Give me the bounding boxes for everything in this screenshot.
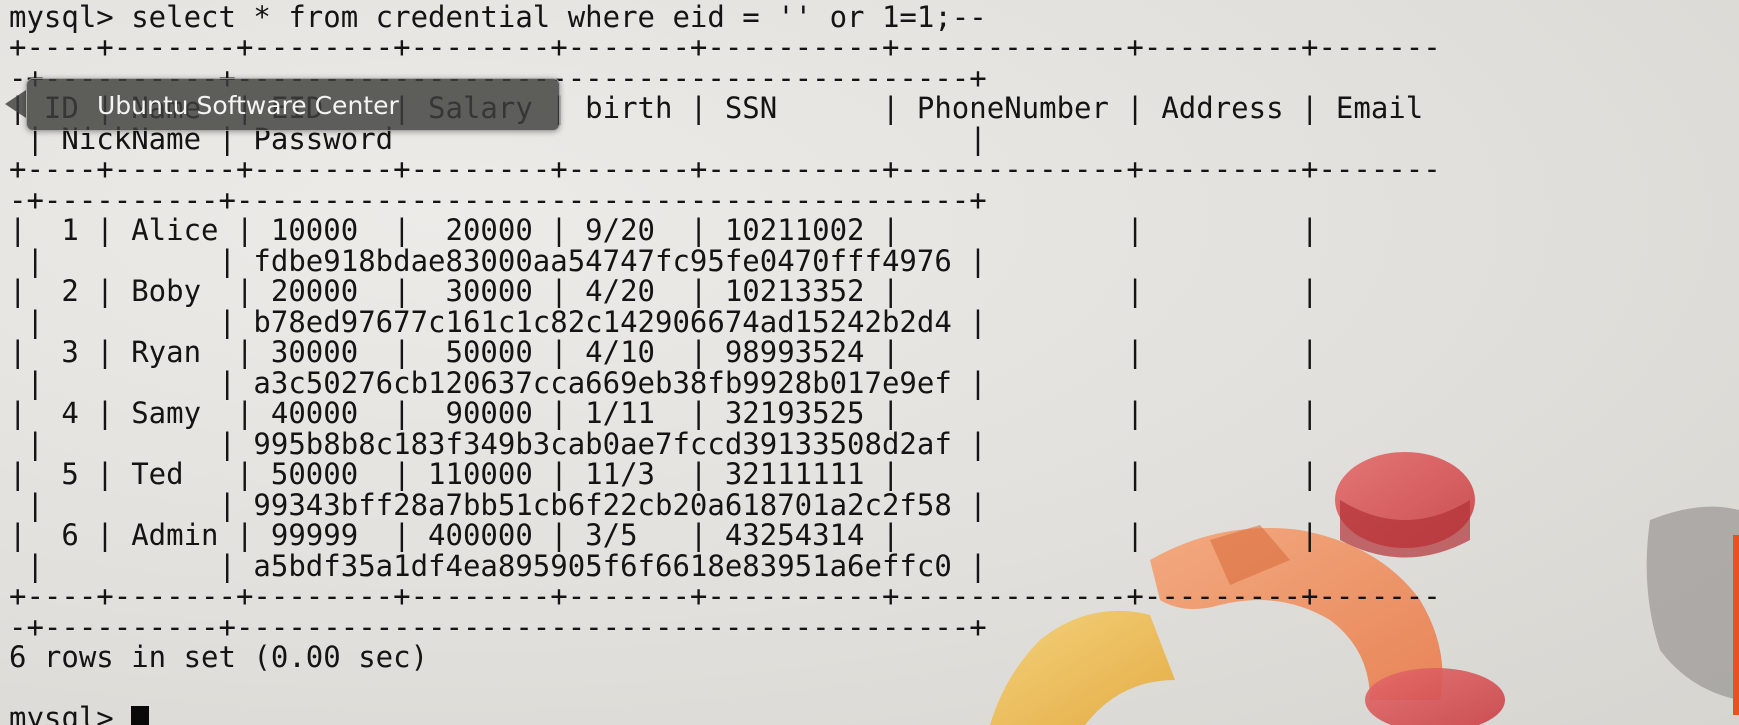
table-row: | 6 | Admin | 99999 | 400000 | 3/5 | 432… bbox=[9, 518, 1319, 552]
table-row: | | a3c50276cb120637cca669eb38fb9928b017… bbox=[9, 366, 987, 400]
table-row: | | fdbe918bdae83000aa54747fc95fe0470fff… bbox=[9, 244, 987, 278]
table-row: | | a5bdf35a1df4ea895905f6f6618e83951a6e… bbox=[9, 549, 987, 583]
table-row: | 5 | Ted | 50000 | 110000 | 11/3 | 3211… bbox=[9, 457, 1319, 491]
table-border: -+----------+---------------------------… bbox=[9, 183, 987, 217]
sql-command-line: mysql> select * from credential where ei… bbox=[9, 0, 987, 34]
launcher-tooltip: Ubuntu Software Center bbox=[26, 78, 560, 131]
launcher-edge-indicator bbox=[1733, 535, 1739, 715]
table-row: | 1 | Alice | 10000 | 20000 | 9/20 | 102… bbox=[9, 213, 1319, 247]
table-row: | | b78ed97677c161c1c82c142906674ad15242… bbox=[9, 305, 987, 339]
tooltip-arrow-icon bbox=[5, 90, 26, 118]
table-row: | 4 | Samy | 40000 | 90000 | 1/11 | 3219… bbox=[9, 396, 1319, 430]
table-border: -+----------+---------------------------… bbox=[9, 610, 987, 644]
table-row: | | 995b8b8c183f349b3cab0ae7fccd39133508… bbox=[9, 427, 987, 461]
query-result-summary: 6 rows in set (0.00 sec) bbox=[9, 640, 429, 674]
mysql-prompt-line[interactable]: mysql> bbox=[9, 701, 150, 725]
table-row: | 3 | Ryan | 30000 | 50000 | 4/10 | 9899… bbox=[9, 335, 1319, 369]
text-cursor bbox=[131, 706, 150, 725]
mysql-prompt: mysql> bbox=[9, 701, 132, 725]
table-border: +----+-------+--------+--------+-------+… bbox=[9, 152, 1441, 186]
table-row: | | 99343bff28a7bb51cb6f22cb20a618701a2c… bbox=[9, 488, 987, 522]
table-border: +----+-------+--------+--------+-------+… bbox=[9, 30, 1441, 64]
table-row: | 2 | Boby | 20000 | 30000 | 4/20 | 1021… bbox=[9, 274, 1319, 308]
table-border: +----+-------+--------+--------+-------+… bbox=[9, 579, 1441, 613]
